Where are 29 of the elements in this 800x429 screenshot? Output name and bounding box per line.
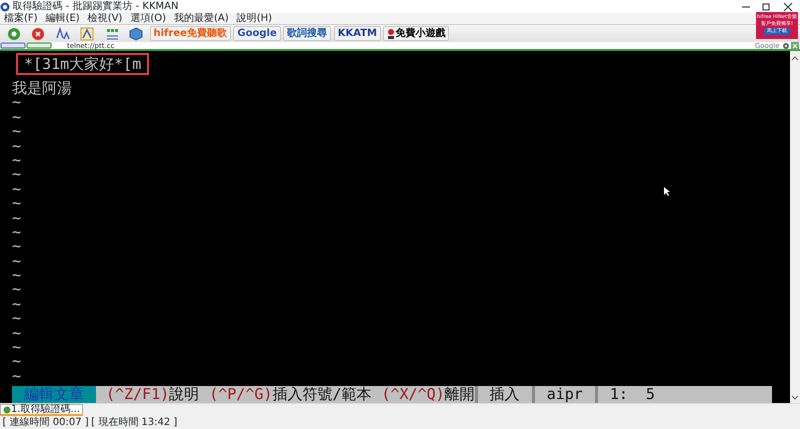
shortcut-key: (^P/^G) xyxy=(209,386,272,403)
mouse-pointer-icon xyxy=(663,186,671,196)
terminal-text: *[31m大家好*[m xyxy=(16,53,150,75)
toolbar-button[interactable]: 免費小遊戲 xyxy=(383,26,450,41)
menu-item[interactable]: 說明(H) xyxy=(232,13,276,24)
menu-item[interactable]: 檔案(F) xyxy=(0,13,42,24)
shortcut-label: 說明 xyxy=(169,386,200,403)
toolbar-button[interactable]: 歌詞搜尋 xyxy=(283,26,332,41)
shortcut-key: (^Z/F1) xyxy=(106,386,170,403)
shortcut-label: 離開 xyxy=(444,386,475,403)
menu-item[interactable]: 我的最愛(A) xyxy=(170,13,233,24)
menu-item[interactable]: 選項(O) xyxy=(126,13,170,24)
toolbar-button[interactable]: KKATM xyxy=(334,26,381,41)
status-text: [ 連線時間 00:07 ] xyxy=(2,416,89,429)
menu-item[interactable]: 檢視(V) xyxy=(84,13,126,24)
browser-tab[interactable]: 1.取得驗證碼... xyxy=(0,404,84,416)
back-button-icon[interactable] xyxy=(0,42,26,49)
editor-mode-label: 編輯文章 xyxy=(12,386,96,403)
globe-icon xyxy=(3,406,11,414)
forward-button-icon[interactable] xyxy=(26,42,52,49)
status-text: [ 現在時間 13:42 ] xyxy=(91,416,178,429)
stop-icon[interactable] xyxy=(31,26,45,40)
menu-item[interactable]: 編輯(E) xyxy=(42,13,84,24)
window-title: 取得驗證碼 - 批踢踢實業坊 - KKMAN xyxy=(12,0,180,12)
encoding-icon[interactable] xyxy=(104,26,118,40)
shortcut-label: 插入符號/範本 xyxy=(272,386,372,403)
toolbar-button[interactable]: Google xyxy=(233,26,281,41)
go-icon[interactable] xyxy=(6,26,20,40)
settings-icon[interactable] xyxy=(782,42,790,50)
